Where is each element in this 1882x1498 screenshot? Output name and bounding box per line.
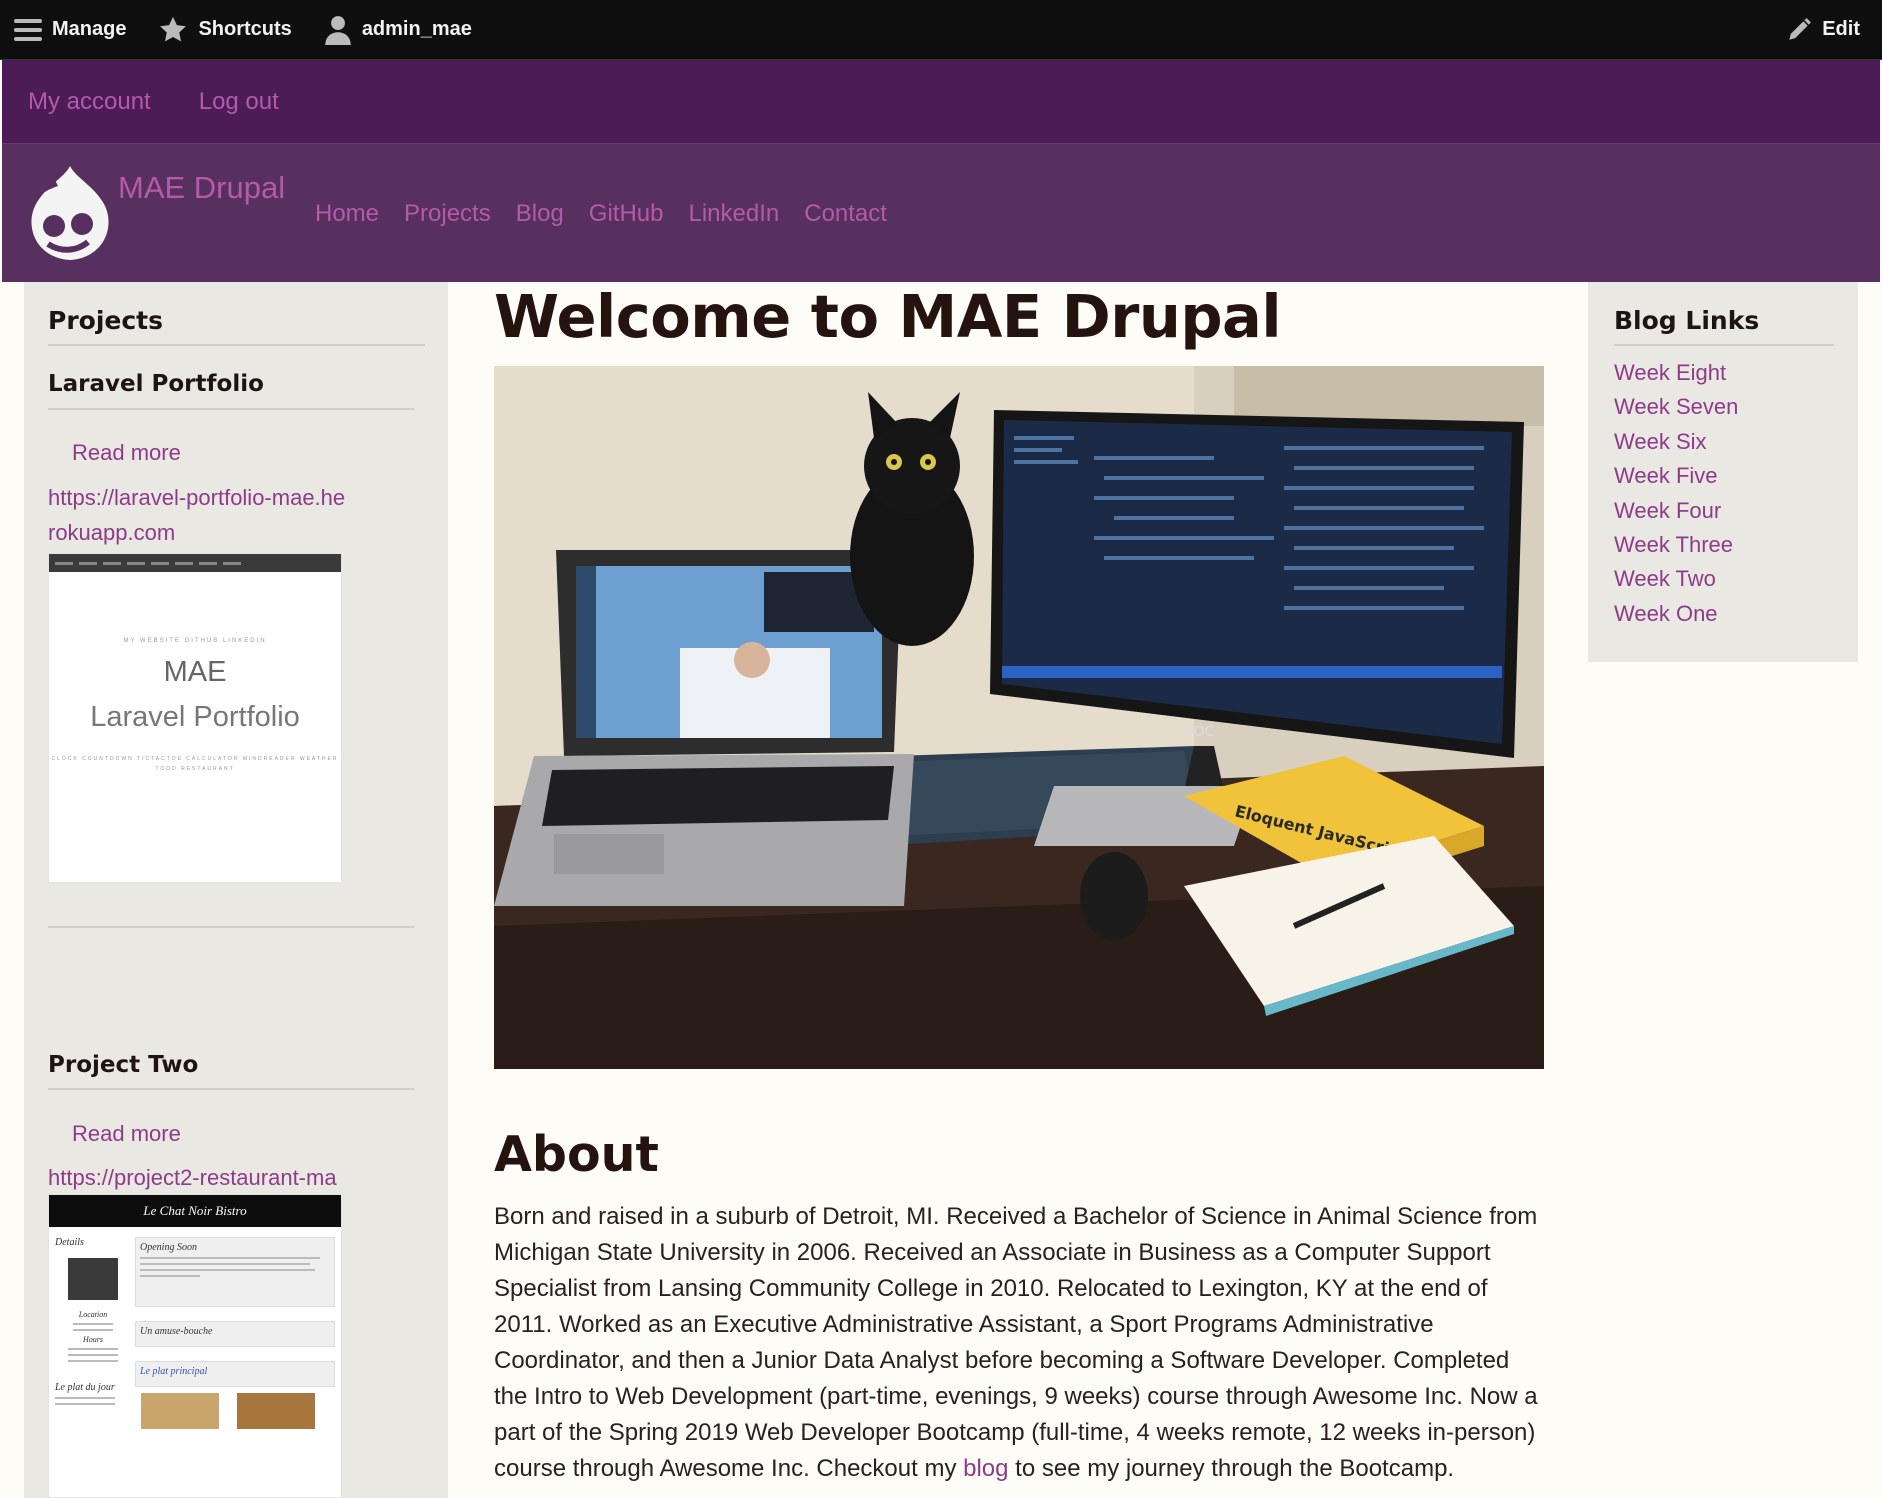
divider — [1614, 344, 1834, 346]
nav-blog[interactable]: Blog — [516, 200, 564, 228]
thumbnail-details-label: Details — [55, 1237, 84, 1248]
page-title: Welcome to MAE Drupal — [494, 282, 1282, 351]
thumbnail-plat-box: Le plat principal — [135, 1361, 335, 1387]
shortcuts-menu[interactable]: Shortcuts — [142, 0, 307, 60]
edit-toggle[interactable]: Edit — [1770, 0, 1882, 60]
list-item: Week Eight — [1614, 360, 1738, 394]
nav-projects[interactable]: Projects — [404, 200, 491, 228]
edit-label: Edit — [1822, 18, 1860, 40]
list-item: Week Seven — [1614, 394, 1738, 428]
about-text: Born and raised in a suburb of Detroit, … — [494, 1203, 1538, 1482]
project-thumbnail[interactable]: Le Chat Noir Bistro Details Location Hou… — [48, 1194, 342, 1498]
projects-sidebar: Projects Laravel Portfolio Read more htt… — [24, 282, 448, 1498]
list-item: Week Five — [1614, 463, 1738, 497]
thumbnail-header: Le Chat Noir Bistro — [49, 1195, 341, 1227]
project-title: Project Two — [48, 1052, 199, 1078]
site-name-link[interactable]: MAE Drupal — [118, 170, 285, 206]
thumbnail-photo — [68, 1258, 118, 1300]
divider — [48, 926, 414, 928]
hamburger-icon — [14, 18, 42, 41]
user-menu[interactable]: admin_mae — [308, 0, 488, 60]
list-item: Week Four — [1614, 498, 1738, 532]
project-title: Laravel Portfolio — [48, 371, 264, 397]
main-navigation: Home Projects Blog GitHub LinkedIn Conta… — [315, 200, 912, 228]
manage-menu[interactable]: Manage — [0, 0, 142, 60]
thumbnail-dish-photo — [141, 1393, 219, 1429]
thumbnail-nav-text: MY WEBSITE GITHUB LINKEDIN — [123, 638, 267, 644]
thumbnail-opening-label: Opening Soon — [140, 1242, 197, 1253]
blog-link-week-two[interactable]: Week Two — [1614, 566, 1716, 591]
thumbnail-footer-text: CLOCK COUNTDOWN TICTACTOE CALCULATOR MIN… — [51, 756, 339, 772]
about-text-end: to see my journey through the Bootcamp. — [1008, 1455, 1455, 1482]
list-item: Week Six — [1614, 429, 1738, 463]
blog-link-week-seven[interactable]: Week Seven — [1614, 394, 1738, 419]
account-menu: My account Log out — [2, 60, 1880, 144]
blog-links-sidebar: Blog Links Week Eight Week Seven Week Si… — [1588, 282, 1858, 662]
manage-label: Manage — [52, 18, 127, 40]
user-icon — [325, 15, 351, 45]
monitor-brand-text: AOC — [1184, 724, 1214, 740]
hero-image: AOC Eloquent JavaScript — [494, 366, 1544, 1069]
thumbnail-content-column: Opening Soon Un amuse-bouche Le plat pri… — [135, 1237, 335, 1497]
nav-contact[interactable]: Contact — [804, 200, 887, 228]
thumbnail-plat-label: Le plat principal — [140, 1366, 208, 1377]
blog-link-week-four[interactable]: Week Four — [1614, 498, 1721, 523]
thumbnail-details-column: Details Location Hours Le plat du jour — [55, 1237, 131, 1477]
thumbnail-location-label: Location — [78, 1310, 108, 1319]
thumbnail-dish-row — [135, 1393, 335, 1429]
thumbnail-subheading: Laravel Portfolio — [90, 701, 300, 733]
blog-link-week-one[interactable]: Week One — [1614, 601, 1718, 626]
thumbnail-navbar — [49, 554, 341, 572]
thumbnail-hours-label: Hours — [82, 1335, 103, 1344]
thumbnail-dish-photo — [237, 1393, 315, 1429]
list-item: Week Two — [1614, 566, 1738, 600]
project-url-link[interactable]: https://laravel-portfolio-mae.herokuapp.… — [48, 480, 348, 550]
nav-linkedin[interactable]: LinkedIn — [688, 200, 779, 228]
pencil-icon — [1789, 17, 1812, 40]
list-item: Week One — [1614, 601, 1738, 635]
projects-block-title: Projects — [48, 306, 164, 335]
thumbnail-opening-box: Opening Soon — [135, 1237, 335, 1307]
nav-github[interactable]: GitHub — [589, 200, 664, 228]
divider — [48, 1088, 414, 1090]
blog-link-week-eight[interactable]: Week Eight — [1614, 360, 1726, 385]
read-more-link[interactable]: Read more — [72, 440, 181, 466]
blog-inline-link[interactable]: blog — [963, 1455, 1008, 1482]
star-icon — [160, 16, 187, 41]
divider — [48, 344, 425, 346]
read-more-link[interactable]: Read more — [72, 1121, 181, 1147]
about-heading: About — [494, 1126, 659, 1183]
thumbnail-amuse-label: Un amuse-bouche — [140, 1326, 213, 1337]
blog-link-week-six[interactable]: Week Six — [1614, 429, 1707, 454]
site-header: MAE Drupal Home Projects Blog GitHub Lin… — [2, 144, 1880, 282]
admin-toolbar: Manage Shortcuts admin_mae Edit — [0, 0, 1882, 60]
blog-link-week-five[interactable]: Week Five — [1614, 463, 1718, 488]
drupal-logo-icon[interactable] — [24, 164, 116, 264]
list-item: Week Three — [1614, 532, 1738, 566]
blog-link-week-three[interactable]: Week Three — [1614, 532, 1733, 557]
blog-links-list: Week Eight Week Seven Week Six Week Five… — [1614, 360, 1738, 635]
log-out-link[interactable]: Log out — [199, 88, 279, 116]
about-paragraph: Born and raised in a suburb of Detroit, … — [494, 1199, 1544, 1487]
thumbnail-amuse-box: Un amuse-bouche — [135, 1321, 335, 1347]
divider — [48, 408, 414, 410]
project-thumbnail[interactable]: MY WEBSITE GITHUB LINKEDIN MAE Laravel P… — [48, 553, 342, 883]
my-account-link[interactable]: My account — [28, 88, 151, 116]
thumbnail-plat-jour-label: Le plat du jour — [55, 1382, 115, 1393]
thumbnail-heading: MAE — [163, 656, 227, 688]
blog-links-title: Blog Links — [1614, 306, 1760, 335]
nav-home[interactable]: Home — [315, 200, 379, 228]
username-label: admin_mae — [361, 18, 472, 40]
shortcuts-label: Shortcuts — [198, 18, 292, 40]
